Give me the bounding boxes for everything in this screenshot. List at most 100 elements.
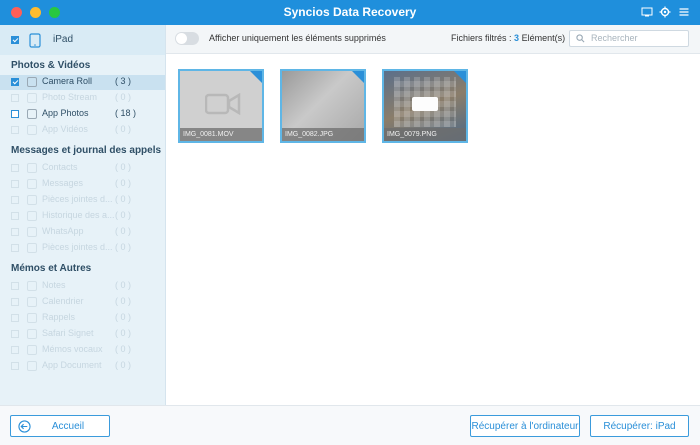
sidebar-item-label: Photo Stream [42, 92, 98, 102]
document-icon [27, 361, 37, 371]
safari-bookmarks-checkbox[interactable] [11, 330, 19, 338]
sidebar-item-label: Mémos vocaux [42, 344, 103, 354]
sidebar-item-count: ( 0 ) [115, 312, 132, 322]
sidebar-item-count: ( 0 ) [115, 194, 132, 204]
notes-checkbox[interactable] [11, 282, 19, 290]
footer-bar: Accueil Récupérer à l'ordinateur Récupér… [0, 405, 700, 445]
sidebar-item-count: ( 0 ) [115, 280, 132, 290]
whatsapp-checkbox[interactable] [11, 228, 19, 236]
section-title-photos: Photos & Vidéos [11, 60, 91, 71]
toolbar: Afficher uniquement les éléments supprim… [166, 25, 700, 54]
title-bar: Syncios Data Recovery [0, 0, 700, 25]
sidebar-item-call-history[interactable]: Historique des a... ( 0 ) [0, 209, 165, 224]
call-history-checkbox[interactable] [11, 212, 19, 220]
recover-to-computer-button[interactable]: Récupérer à l'ordinateur [470, 415, 580, 437]
selected-corner [454, 71, 466, 83]
search-icon [576, 34, 585, 43]
deleted-only-toggle[interactable] [175, 32, 199, 45]
device-row[interactable]: iPad [0, 25, 165, 55]
screenshot-preview [394, 77, 456, 127]
sidebar-item-label: Rappels [42, 312, 76, 322]
home-button[interactable]: Accueil [10, 415, 110, 437]
attachment-icon [27, 195, 37, 205]
sidebar-item-count: ( 0 ) [115, 344, 132, 354]
section-title-memos: Mémos et Autres [11, 263, 92, 274]
app-document-checkbox[interactable] [11, 362, 19, 370]
contacts-checkbox[interactable] [11, 164, 19, 172]
device-checkbox[interactable] [11, 36, 19, 44]
photo-stream-checkbox[interactable] [11, 94, 19, 102]
sidebar-item-label: Messages [42, 178, 84, 188]
sidebar-item-count: ( 0 ) [115, 124, 132, 134]
sidebar-item-whatsapp[interactable]: WhatsApp ( 0 ) [0, 225, 165, 240]
sidebar-item-label: App Vidéos [42, 124, 88, 134]
sidebar-item-messages[interactable]: Messages ( 0 ) [0, 177, 165, 192]
sidebar-item-count: ( 0 ) [115, 210, 132, 220]
sidebar-item-label: Pièces jointes d... [42, 194, 113, 204]
sidebar-item-label: Safari Signet [42, 328, 94, 338]
app-videos-checkbox[interactable] [11, 126, 19, 134]
search-box[interactable]: Rechercher [569, 30, 689, 47]
message-icon [27, 179, 37, 189]
sidebar-item-message-attachments[interactable]: Pièces jointes d... ( 0 ) [0, 193, 165, 208]
sidebar-item-app-document[interactable]: App Document ( 0 ) [0, 359, 165, 374]
sidebar-item-label: App Photos [42, 108, 89, 118]
main-panel: Afficher uniquement les éléments supprim… [166, 25, 700, 405]
sidebar-item-voice-memos[interactable]: Mémos vocaux ( 0 ) [0, 343, 165, 358]
sidebar-item-whatsapp-attachments[interactable]: Pièces jointes d... ( 0 ) [0, 241, 165, 256]
camera-icon [27, 77, 37, 87]
search-input[interactable]: Rechercher [591, 33, 638, 43]
filter-count: 3 [514, 33, 520, 43]
sidebar-item-count: ( 18 ) [115, 108, 137, 118]
thumbnail-filename: IMG_0079.PNG [384, 128, 466, 141]
phone-icon [27, 211, 37, 221]
camera-roll-checkbox[interactable] [11, 78, 19, 86]
filter-summary: Fichiers filtrés : 3 Elément(s) [451, 33, 565, 43]
message-attachments-checkbox[interactable] [11, 196, 19, 204]
sidebar-item-count: ( 0 ) [115, 178, 132, 188]
thumbnail-item[interactable]: IMG_0081.MOV [178, 69, 264, 143]
microphone-icon [27, 345, 37, 355]
sidebar-item-label: App Document [42, 360, 102, 370]
filter-label: Fichiers filtrés : [451, 33, 512, 43]
sidebar-item-app-videos[interactable]: App Vidéos ( 0 ) [0, 123, 165, 138]
deleted-only-label: Afficher uniquement les éléments supprim… [209, 33, 386, 43]
section-title-messages: Messages et journal des appels [11, 145, 162, 156]
photo-stream-icon [27, 93, 37, 103]
sidebar-item-count: ( 0 ) [115, 92, 132, 102]
window-title: Syncios Data Recovery [283, 5, 417, 19]
sidebar-item-reminders[interactable]: Rappels ( 0 ) [0, 311, 165, 326]
gear-icon[interactable] [659, 6, 671, 18]
video-camera-icon [205, 93, 241, 115]
sidebar-item-app-photos[interactable]: App Photos ( 18 ) [0, 107, 165, 122]
reminders-icon [27, 313, 37, 323]
whatsapp-icon [27, 227, 37, 237]
thumbnail-filename: IMG_0082.JPG [282, 128, 364, 141]
messages-checkbox[interactable] [11, 180, 19, 188]
sidebar-item-label: WhatsApp [42, 226, 84, 236]
feedback-icon[interactable] [641, 6, 653, 18]
home-label: Accueil [51, 421, 85, 432]
sidebar-item-safari-bookmarks[interactable]: Safari Signet ( 0 ) [0, 327, 165, 342]
sidebar-item-count: ( 0 ) [115, 242, 132, 252]
sidebar-item-label: Pièces jointes d... [42, 242, 113, 252]
recover-to-device-button[interactable]: Récupérer: iPad [590, 415, 689, 437]
voice-memos-checkbox[interactable] [11, 346, 19, 354]
sidebar-item-notes[interactable]: Notes ( 0 ) [0, 279, 165, 294]
thumbnail-item[interactable]: IMG_0079.PNG [382, 69, 468, 143]
whatsapp-attachments-checkbox[interactable] [11, 244, 19, 252]
sidebar-item-photo-stream[interactable]: Photo Stream ( 0 ) [0, 91, 165, 106]
menu-icon[interactable] [678, 6, 690, 18]
sidebar-item-count: ( 0 ) [115, 296, 132, 306]
thumbnail-item[interactable]: IMG_0082.JPG [280, 69, 366, 143]
sidebar-item-camera-roll[interactable]: Camera Roll ( 3 ) [0, 75, 165, 90]
sidebar-item-contacts[interactable]: Contacts ( 0 ) [0, 161, 165, 176]
sidebar-item-calendar[interactable]: Calendrier ( 0 ) [0, 295, 165, 310]
calendar-checkbox[interactable] [11, 298, 19, 306]
reminders-checkbox[interactable] [11, 314, 19, 322]
contacts-icon [27, 163, 37, 173]
app-photos-checkbox[interactable] [11, 110, 19, 118]
video-icon [27, 125, 37, 135]
sidebar-item-label: Contacts [42, 162, 78, 172]
sidebar-item-count: ( 0 ) [115, 360, 132, 370]
